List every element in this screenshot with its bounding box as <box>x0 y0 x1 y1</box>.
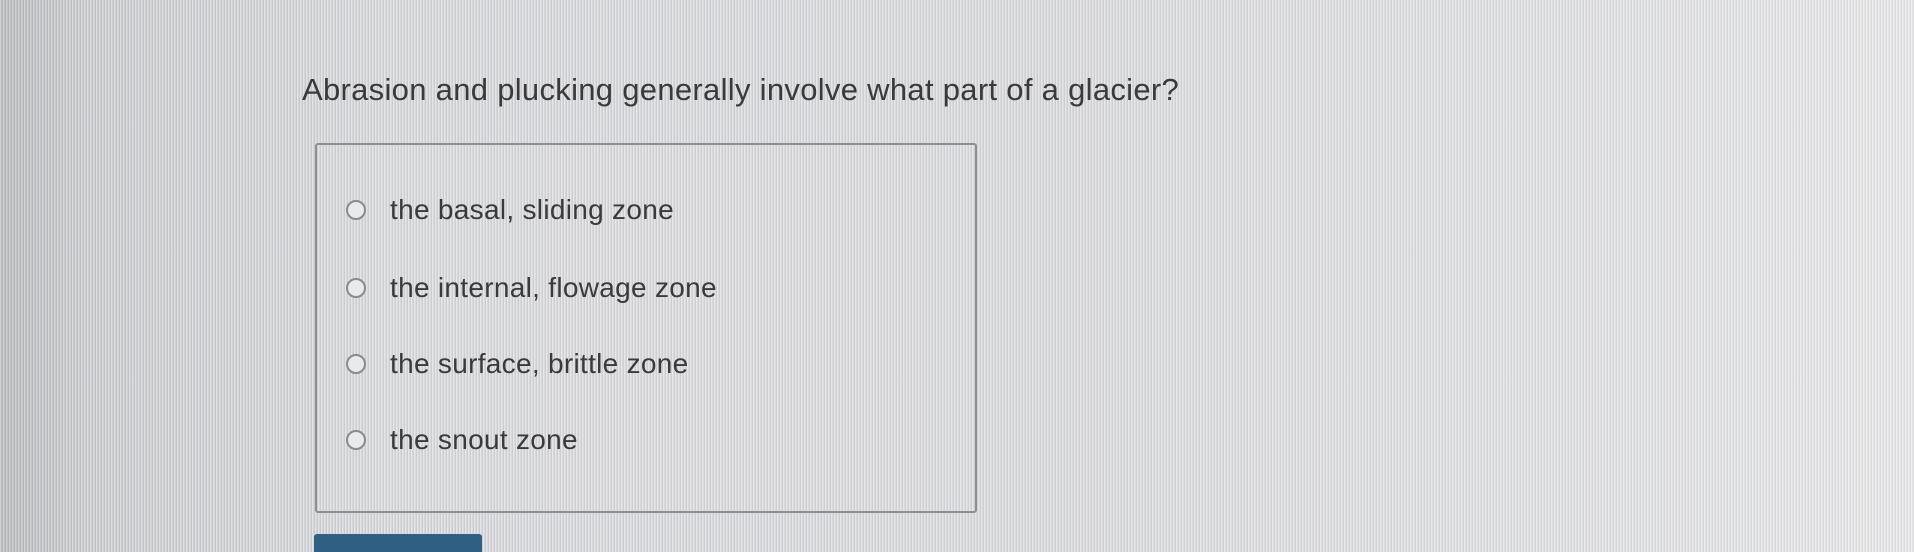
answer-option-label: the internal, flowage zone <box>390 272 717 303</box>
answer-option-1[interactable]: the basal, sliding zone <box>346 194 674 226</box>
answer-option-2[interactable]: the internal, flowage zone <box>346 272 717 304</box>
answer-option-label: the surface, brittle zone <box>390 348 689 379</box>
submit-button[interactable] <box>314 534 482 552</box>
answer-option-4[interactable]: the snout zone <box>346 424 578 456</box>
question-text: Abrasion and plucking generally involve … <box>302 72 1180 107</box>
page-margin <box>0 0 90 552</box>
radio-button[interactable] <box>346 430 366 450</box>
answer-option-3[interactable]: the surface, brittle zone <box>346 348 689 380</box>
answer-option-label: the snout zone <box>390 424 578 455</box>
radio-button[interactable] <box>346 354 366 374</box>
radio-button[interactable] <box>346 200 366 220</box>
radio-button[interactable] <box>346 278 366 298</box>
answer-option-label: the basal, sliding zone <box>390 194 674 225</box>
